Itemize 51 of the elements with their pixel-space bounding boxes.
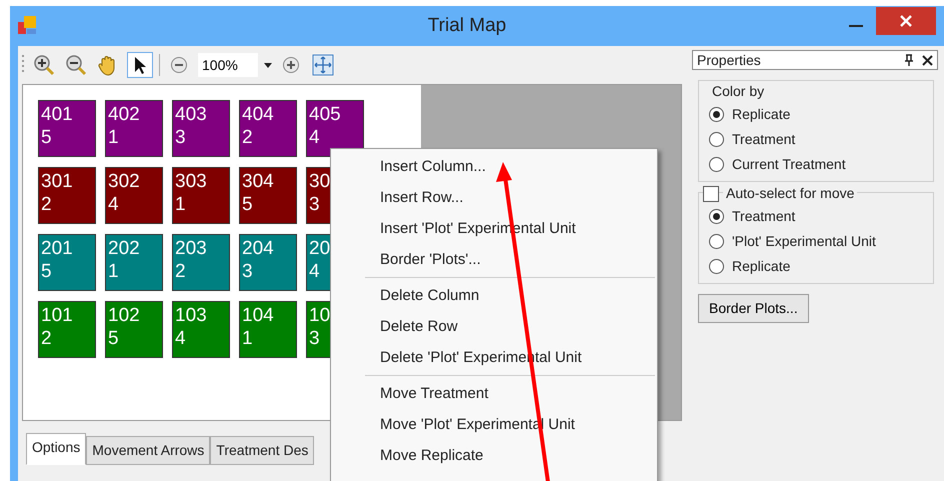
radio-label[interactable]: Replicate <box>732 256 790 277</box>
plot-tile[interactable]: 301 2 <box>38 167 96 224</box>
plot-tile[interactable]: 303 1 <box>172 167 230 224</box>
menu-item[interactable]: Delete Column <box>365 280 655 311</box>
app-icon <box>18 16 38 36</box>
plot-tile[interactable]: 102 5 <box>105 301 163 358</box>
plot-tile[interactable]: 202 1 <box>105 234 163 291</box>
plot-tile[interactable]: 101 2 <box>38 301 96 358</box>
menu-item[interactable]: Border 'Plots'... <box>365 244 655 275</box>
menu-item[interactable]: Insert Row... <box>365 182 655 213</box>
radio-label[interactable]: Treatment <box>732 129 796 150</box>
plot-tile[interactable]: 401 5 <box>38 100 96 157</box>
pointer-icon[interactable] <box>127 52 153 78</box>
close-icon[interactable] <box>922 54 933 66</box>
zoom-field[interactable]: 100% <box>198 53 258 77</box>
menu-item[interactable]: Delete Row <box>365 311 655 342</box>
radio-label[interactable]: Treatment <box>732 206 796 227</box>
menu-item[interactable]: Move Treatment <box>365 378 655 409</box>
plot-tile[interactable]: 402 1 <box>105 100 163 157</box>
plot-tile[interactable]: 405 4 <box>306 100 364 157</box>
radio-button[interactable] <box>709 107 724 122</box>
caret-icon[interactable] <box>264 62 272 68</box>
plot-tile[interactable]: 302 4 <box>105 167 163 224</box>
panel-title: Properties <box>697 50 762 70</box>
pin-icon[interactable] <box>904 54 914 66</box>
radio-label[interactable]: 'Plot' Experimental Unit <box>732 231 876 252</box>
close-button[interactable] <box>876 7 936 35</box>
radio-label[interactable]: Current Treatment <box>732 154 846 175</box>
tab[interactable]: Movement Arrows <box>86 436 210 465</box>
fit-icon[interactable] <box>310 52 336 78</box>
radio-button[interactable] <box>709 234 724 249</box>
plot-tile[interactable]: 304 5 <box>239 167 297 224</box>
radio-button[interactable] <box>709 132 724 147</box>
plot-tile[interactable]: 404 2 <box>239 100 297 157</box>
plot-tile[interactable]: 403 3 <box>172 100 230 157</box>
radio-label[interactable]: Replicate <box>732 104 790 125</box>
checkbox[interactable] <box>703 186 719 202</box>
plot-tile[interactable]: 104 1 <box>239 301 297 358</box>
window-title: Trial Map <box>426 14 508 38</box>
radio-button[interactable] <box>709 209 724 224</box>
radio-button[interactable] <box>709 259 724 274</box>
plot-tile[interactable]: 103 4 <box>172 301 230 358</box>
tab[interactable]: Options <box>26 433 86 465</box>
plot-tile[interactable]: 204 3 <box>239 234 297 291</box>
radio-button[interactable] <box>709 157 724 172</box>
plot-tile[interactable]: 201 5 <box>38 234 96 291</box>
plot-tile[interactable]: 203 2 <box>172 234 230 291</box>
tab[interactable]: Treatment Des <box>210 436 314 465</box>
menu-item[interactable]: Move Replicate <box>365 440 655 471</box>
menu-item[interactable]: Insert Column... <box>365 151 655 182</box>
border-plots-button[interactable]: Border Plots... <box>698 294 809 323</box>
